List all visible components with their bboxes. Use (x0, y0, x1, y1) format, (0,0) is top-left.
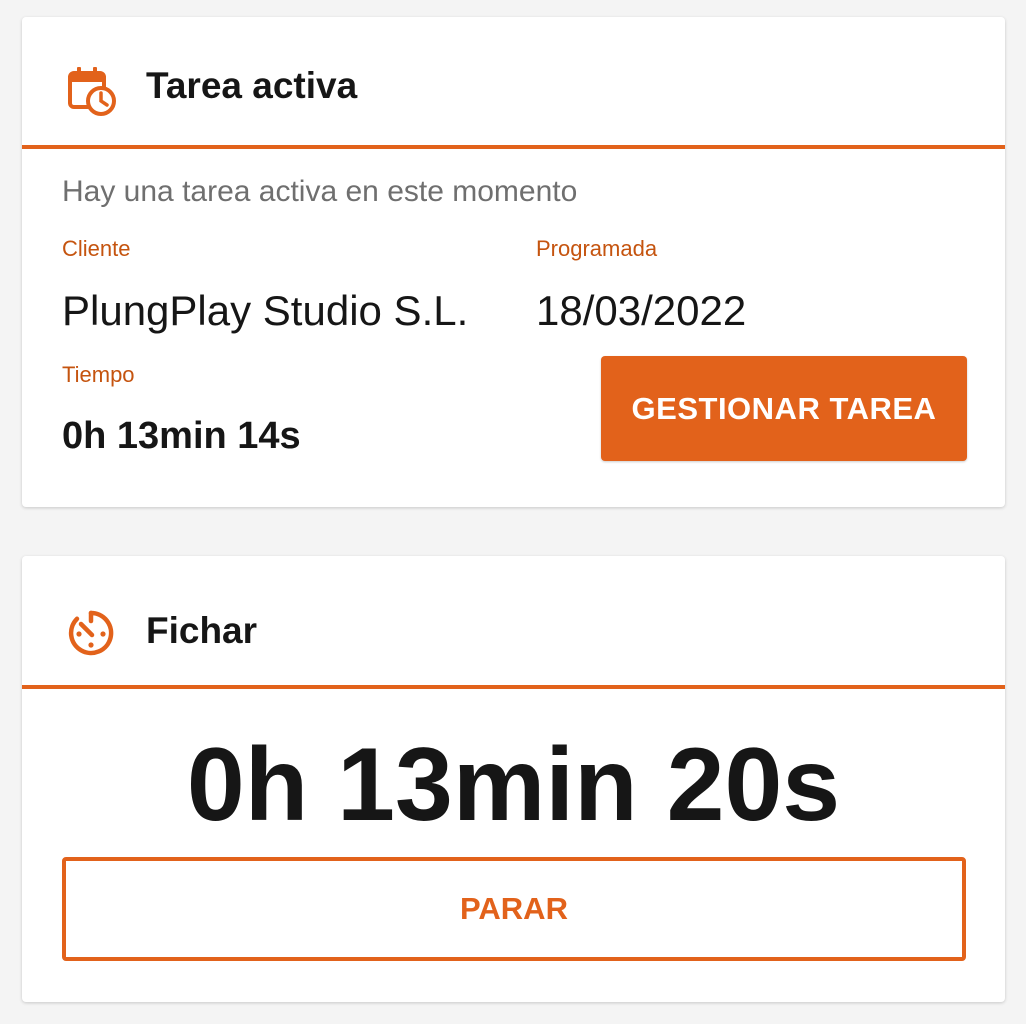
calendar-clock-icon (68, 67, 116, 116)
scheduled-value: 18/03/2022 (536, 287, 747, 334)
time-value: 0h 13min 14s (62, 415, 301, 457)
clock-in-header: Fichar (22, 556, 1005, 689)
time-label: Tiempo (62, 362, 135, 387)
manage-task-button[interactable]: GESTIONAR TAREA (601, 356, 967, 461)
stop-button[interactable]: PARAR (62, 857, 966, 961)
clock-in-card: Fichar 0h 13min 20s PARAR (22, 556, 1005, 1002)
timer-icon (68, 610, 114, 656)
elapsed-time: 0h 13min 20s (186, 727, 841, 843)
client-label: Cliente (62, 236, 131, 261)
active-task-header: Tarea activa (22, 17, 1005, 149)
active-task-card: Tarea activa Hay una tarea activa en est… (22, 17, 1005, 507)
scheduled-label: Programada (536, 236, 658, 261)
clock-in-title: Fichar (146, 610, 258, 651)
active-task-subtitle: Hay una tarea activa en este momento (62, 175, 578, 208)
active-task-title: Tarea activa (146, 65, 358, 106)
client-value: PlungPlay Studio S.L. (62, 287, 469, 334)
